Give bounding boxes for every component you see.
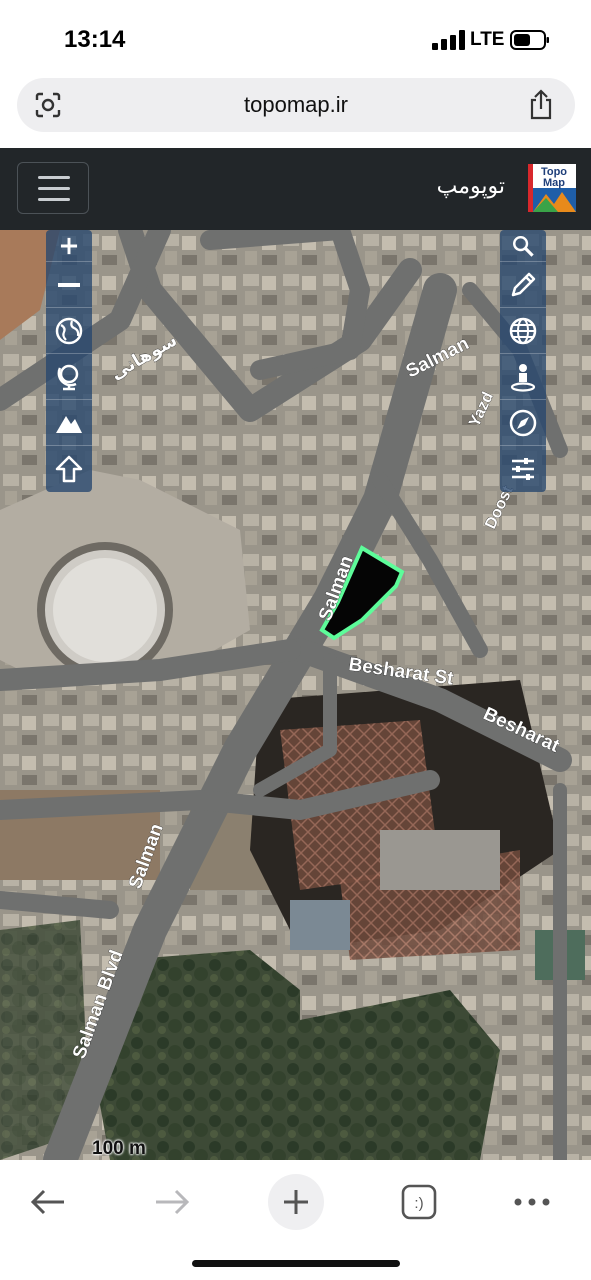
compass-button[interactable]: [500, 400, 546, 446]
home-indicator: [192, 1260, 400, 1267]
more-menu-button[interactable]: [504, 1174, 560, 1230]
person-pin-icon: [510, 363, 536, 392]
forward-button[interactable]: [144, 1174, 200, 1230]
new-tab-button[interactable]: [268, 1174, 324, 1230]
globe-stand-icon: [57, 364, 79, 390]
globe-button[interactable]: [46, 308, 92, 354]
north-up-button[interactable]: [46, 446, 92, 492]
share-icon[interactable]: [527, 88, 555, 120]
tabs-button[interactable]: :): [391, 1174, 447, 1230]
status-bar: 13:14 LTE: [0, 0, 591, 78]
logo-text-map: Map: [543, 177, 565, 189]
search-button[interactable]: [500, 230, 546, 262]
back-button[interactable]: [20, 1174, 76, 1230]
svg-text::): :): [414, 1195, 423, 1212]
pencil-icon: [511, 272, 536, 296]
tab-switcher-icon: :): [401, 1184, 437, 1220]
map-scale-label: 100 m: [92, 1138, 146, 1159]
web-globe-icon: [509, 317, 537, 344]
draw-button[interactable]: [500, 262, 546, 308]
network-label: LTE: [470, 29, 505, 50]
url-text[interactable]: topomap.ir: [17, 92, 575, 118]
site-title[interactable]: توپومپ: [437, 174, 505, 199]
web-globe-button[interactable]: [500, 308, 546, 354]
locate-person-button[interactable]: [500, 354, 546, 400]
terrain-button[interactable]: [46, 400, 92, 446]
search-icon: [513, 235, 534, 257]
more-dots-icon: [514, 1198, 550, 1206]
site-header: توپومپ: [0, 148, 591, 230]
zoom-out-icon: [58, 282, 80, 287]
globe-stand-button[interactable]: [46, 354, 92, 400]
zoom-out-button[interactable]: [46, 262, 92, 308]
mountain-icon: [56, 415, 82, 433]
arrow-left-icon: [30, 1189, 64, 1215]
address-bar[interactable]: topomap.ir: [17, 78, 575, 132]
status-time: 13:14: [64, 26, 126, 53]
left-map-toolbar: [46, 230, 92, 492]
globe-icon: [55, 317, 83, 344]
battery-icon: [510, 30, 549, 50]
hamburger-menu-button[interactable]: [17, 162, 89, 214]
zoom-in-button[interactable]: [46, 230, 92, 262]
compass-icon: [509, 409, 537, 436]
arrow-up-icon: [55, 455, 83, 483]
layers-settings-button[interactable]: [500, 446, 546, 492]
arrow-right-icon: [156, 1189, 190, 1215]
signal-icon: [432, 30, 465, 50]
plus-icon: [284, 1190, 308, 1214]
right-map-toolbar: [500, 230, 546, 492]
sliders-icon: [512, 458, 534, 480]
zoom-in-icon: [60, 237, 78, 254]
topomap-logo[interactable]: Topo Map: [528, 164, 576, 212]
